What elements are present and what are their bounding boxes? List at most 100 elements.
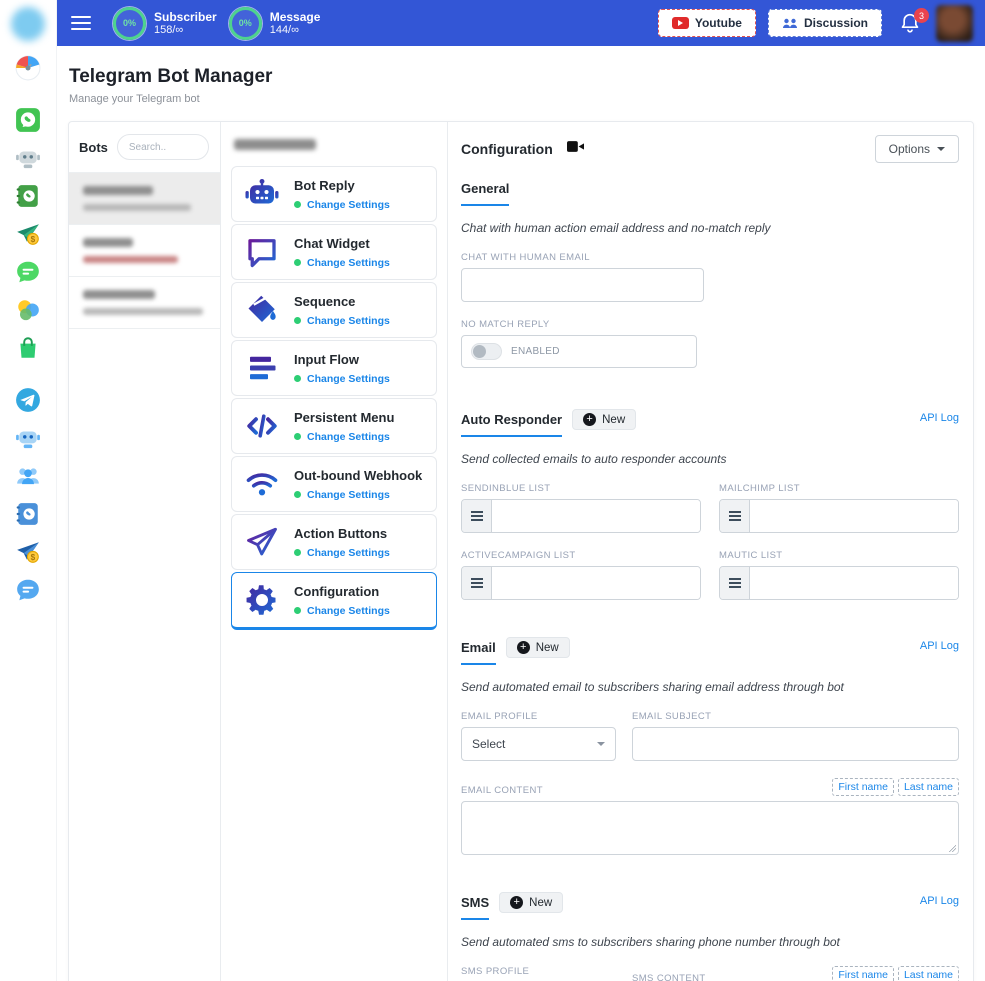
menu-item-configuration[interactable]: Configuration Change Settings xyxy=(231,572,437,630)
chat-with-human-email-input[interactable] xyxy=(461,268,704,302)
email-content-textarea[interactable] xyxy=(461,801,959,855)
auto-responder-api-log-link[interactable]: API Log xyxy=(920,412,959,424)
bots-panel-title: Bots xyxy=(79,140,108,155)
no-match-reply-label: NO MATCH REPLY xyxy=(461,319,959,330)
telegram-icon[interactable] xyxy=(15,387,41,413)
email-profile-select[interactable]: Select xyxy=(461,727,616,761)
bots-search-input[interactable] xyxy=(117,134,209,160)
mautic-list-label: MAUTIC LIST xyxy=(719,550,959,561)
menu-item-input-flow[interactable]: Input Flow Change Settings xyxy=(231,340,437,396)
status-dot xyxy=(294,317,301,324)
change-settings-link[interactable]: Change Settings xyxy=(307,431,390,443)
auto-responder-description: Send collected emails to auto responder … xyxy=(461,452,959,466)
bot-list-item[interactable] xyxy=(69,172,220,224)
change-settings-link[interactable]: Change Settings xyxy=(307,257,390,269)
bot-list-item[interactable] xyxy=(69,276,220,329)
change-settings-link[interactable]: Change Settings xyxy=(307,373,390,385)
input-flow-icon xyxy=(244,350,280,386)
broadcast-coin-blue-icon[interactable]: $ xyxy=(15,539,41,565)
mautic-list-input[interactable] xyxy=(750,567,958,599)
contact-book-blue-icon[interactable] xyxy=(15,501,41,527)
email-new-button[interactable]: New xyxy=(506,637,570,658)
contact-book-green-icon[interactable] xyxy=(15,183,41,209)
bot-blue-icon[interactable] xyxy=(15,425,41,451)
activecampaign-list-input[interactable] xyxy=(492,567,700,599)
bot-grey-icon[interactable] xyxy=(15,145,41,171)
last-name-chip[interactable]: Last name xyxy=(898,778,959,796)
robot-icon xyxy=(244,176,280,212)
change-settings-link[interactable]: Change Settings xyxy=(307,199,390,211)
change-settings-link[interactable]: Change Settings xyxy=(307,605,390,617)
user-avatar[interactable] xyxy=(936,5,973,42)
email-subject-label: EMAIL SUBJECT xyxy=(632,711,959,722)
bot-name-redacted xyxy=(234,139,316,150)
auto-responder-new-button[interactable]: New xyxy=(572,409,636,430)
message-progress-ring: 0% xyxy=(229,7,262,40)
menu-item-sequence[interactable]: Sequence Change Settings xyxy=(231,282,437,338)
email-description: Send automated email to subscribers shar… xyxy=(461,680,959,694)
email-profile-label: EMAIL PROFILE xyxy=(461,711,616,722)
status-dot xyxy=(294,201,301,208)
bot-menu-panel: Bot Reply Change Settings Chat Widget Ch… xyxy=(221,122,448,981)
menu-item-chat-widget[interactable]: Chat Widget Change Settings xyxy=(231,224,437,280)
subscriber-stat-value: 158/∞ xyxy=(154,24,217,37)
users-icon xyxy=(782,17,798,30)
notifications-button[interactable]: 3 xyxy=(900,12,920,34)
sms-new-button[interactable]: New xyxy=(499,892,563,913)
page-title: Telegram Bot Manager xyxy=(69,66,973,88)
sms-api-log-link[interactable]: API Log xyxy=(920,895,959,907)
sms-section-title: SMS xyxy=(461,895,489,920)
email-subject-input[interactable] xyxy=(632,727,959,761)
email-content-label: EMAIL CONTENT xyxy=(461,785,543,796)
dashboard-icon[interactable] xyxy=(15,55,41,81)
gear-icon xyxy=(244,582,280,618)
change-settings-link[interactable]: Change Settings xyxy=(307,489,390,501)
change-settings-link[interactable]: Change Settings xyxy=(307,547,390,559)
menu-item-persistent-menu[interactable]: Persistent Menu Change Settings xyxy=(231,398,437,454)
broadcast-coin-green-icon[interactable]: $ xyxy=(15,221,41,247)
sendinblue-list-input[interactable] xyxy=(492,500,700,532)
email-section-title: Email xyxy=(461,640,496,665)
bot-manager-card: Bots Bot xyxy=(68,121,974,981)
app-sidebar: $ $ xyxy=(0,0,57,981)
menu-toggle-icon[interactable] xyxy=(71,16,91,30)
chat-bubble-blue-icon[interactable] xyxy=(15,577,41,603)
subscriber-stat: 0% Subscriber 158/∞ xyxy=(113,7,217,40)
sms-content-label: SMS CONTENT xyxy=(632,973,706,981)
last-name-chip[interactable]: Last name xyxy=(898,966,959,981)
email-api-log-link[interactable]: API Log xyxy=(920,640,959,652)
subscribers-blue-icon[interactable] xyxy=(15,463,41,489)
bot-list-item[interactable] xyxy=(69,224,220,276)
list-icon[interactable] xyxy=(720,567,750,599)
no-match-reply-toggle[interactable] xyxy=(471,343,502,360)
list-icon[interactable] xyxy=(462,500,492,532)
youtube-button[interactable]: Youtube xyxy=(658,9,756,37)
shop-bag-green-icon[interactable] xyxy=(15,335,41,361)
video-tutorial-icon[interactable] xyxy=(567,140,584,158)
menu-item-bot-reply[interactable]: Bot Reply Change Settings xyxy=(231,166,437,222)
chat-bubble-green-icon[interactable] xyxy=(15,259,41,285)
menu-item-action-buttons[interactable]: Action Buttons Change Settings xyxy=(231,514,437,570)
first-name-chip[interactable]: First name xyxy=(832,778,894,796)
menu-item-outbound-webhook[interactable]: Out-bound Webhook Change Settings xyxy=(231,456,437,512)
no-match-reply-field: ENABLED xyxy=(461,335,697,368)
chevron-down-icon xyxy=(597,742,605,746)
top-navbar: 0% Subscriber 158/∞ 0% Message 144/∞ You… xyxy=(57,0,985,46)
list-icon[interactable] xyxy=(462,567,492,599)
change-settings-link[interactable]: Change Settings xyxy=(307,315,390,327)
message-stat-label: Message xyxy=(270,10,321,24)
discussion-button[interactable]: Discussion xyxy=(768,9,882,37)
whatsapp-icon[interactable] xyxy=(15,107,41,133)
integrations-color-icon[interactable] xyxy=(15,297,41,323)
svg-text:$: $ xyxy=(31,235,36,244)
options-button[interactable]: Options xyxy=(875,135,959,163)
first-name-chip[interactable]: First name xyxy=(832,966,894,981)
wifi-icon xyxy=(244,466,280,502)
mailchimp-list-input[interactable] xyxy=(750,500,958,532)
activecampaign-list-field xyxy=(461,566,701,600)
config-panel-title: Configuration xyxy=(461,141,553,157)
list-icon[interactable] xyxy=(720,500,750,532)
page-subtitle: Manage your Telegram bot xyxy=(69,93,973,105)
app-logo[interactable] xyxy=(11,7,45,41)
bots-panel: Bots xyxy=(69,122,221,981)
